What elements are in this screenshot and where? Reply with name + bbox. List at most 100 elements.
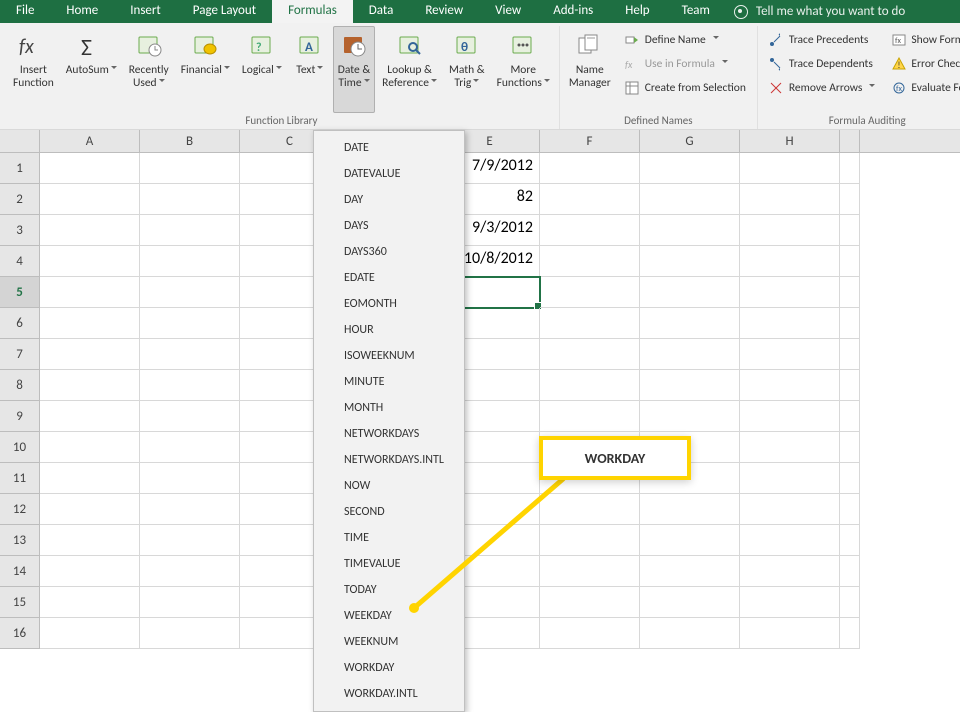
row-header[interactable]: 5 — [0, 277, 40, 308]
text-button[interactable]: A Text — [289, 26, 331, 113]
row-header[interactable]: 2 — [0, 184, 40, 215]
row-header[interactable]: 16 — [0, 618, 40, 649]
cell[interactable] — [140, 339, 240, 370]
row-header[interactable]: 11 — [0, 463, 40, 494]
tab-page-layout[interactable]: Page Layout — [177, 0, 272, 23]
cell[interactable] — [640, 618, 740, 649]
cell[interactable] — [540, 184, 640, 215]
tab-insert[interactable]: Insert — [114, 0, 177, 23]
cell[interactable] — [840, 215, 860, 246]
cell[interactable] — [840, 153, 860, 184]
row-header[interactable]: 8 — [0, 370, 40, 401]
cell[interactable] — [140, 246, 240, 277]
menu-item-day[interactable]: DAY — [314, 187, 464, 213]
cell[interactable] — [40, 494, 140, 525]
cell[interactable] — [140, 587, 240, 618]
cell[interactable] — [140, 370, 240, 401]
cell[interactable] — [140, 494, 240, 525]
tab-formulas[interactable]: Formulas — [272, 0, 353, 23]
menu-item-today[interactable]: TODAY — [314, 577, 464, 603]
menu-item-datevalue[interactable]: DATEVALUE — [314, 161, 464, 187]
cell[interactable] — [140, 401, 240, 432]
cell[interactable] — [640, 215, 740, 246]
cell[interactable] — [640, 184, 740, 215]
date-time-button[interactable]: Date & Time — [333, 26, 375, 113]
cell[interactable] — [840, 556, 860, 587]
cell[interactable] — [840, 370, 860, 401]
financial-button[interactable]: Financial — [176, 26, 235, 113]
cell[interactable] — [40, 215, 140, 246]
cell[interactable] — [40, 525, 140, 556]
cell[interactable] — [40, 246, 140, 277]
cell[interactable] — [740, 618, 840, 649]
worksheet-grid[interactable]: A B C D E F G H 17/9/20122Days:8239/3/20… — [0, 130, 960, 640]
cell[interactable] — [540, 277, 640, 308]
cell[interactable] — [40, 618, 140, 649]
tab-help[interactable]: Help — [609, 0, 665, 23]
cell[interactable] — [540, 525, 640, 556]
cell[interactable] — [840, 184, 860, 215]
cell[interactable] — [540, 308, 640, 339]
menu-item-days360[interactable]: DAYS360 — [314, 239, 464, 265]
row-header[interactable]: 6 — [0, 308, 40, 339]
cell[interactable] — [140, 463, 240, 494]
cell[interactable] — [40, 184, 140, 215]
define-name-button[interactable]: Define Name — [618, 29, 753, 50]
name-manager-button[interactable]: Name Manager — [564, 26, 616, 113]
cell[interactable] — [840, 401, 860, 432]
menu-item-networkdays-intl[interactable]: NETWORKDAYS.INTL — [314, 447, 464, 473]
col-header-f[interactable]: F — [540, 130, 640, 152]
tab-review[interactable]: Review — [409, 0, 479, 23]
cell[interactable] — [840, 246, 860, 277]
row-header[interactable]: 14 — [0, 556, 40, 587]
cell[interactable] — [140, 308, 240, 339]
cell[interactable] — [740, 153, 840, 184]
menu-item-timevalue[interactable]: TIMEVALUE — [314, 551, 464, 577]
cell[interactable] — [40, 370, 140, 401]
tab-team[interactable]: Team — [666, 0, 726, 23]
recently-used-button[interactable]: Recently Used — [124, 26, 174, 113]
autosum-button[interactable]: Σ AutoSum — [61, 26, 122, 113]
cell[interactable] — [740, 432, 840, 463]
menu-item-workday-intl[interactable]: WORKDAY.INTL — [314, 681, 464, 707]
cell[interactable] — [740, 494, 840, 525]
cell[interactable] — [640, 277, 740, 308]
cell[interactable] — [140, 153, 240, 184]
menu-item-networkdays[interactable]: NETWORKDAYS — [314, 421, 464, 447]
cell[interactable] — [640, 370, 740, 401]
cell[interactable] — [840, 463, 860, 494]
cell[interactable] — [40, 587, 140, 618]
cell[interactable] — [740, 308, 840, 339]
row-header[interactable]: 4 — [0, 246, 40, 277]
cell[interactable] — [40, 153, 140, 184]
cell[interactable] — [140, 277, 240, 308]
select-all-corner[interactable] — [0, 130, 40, 152]
cell[interactable] — [140, 184, 240, 215]
insert-function-button[interactable]: fx Insert Function — [8, 26, 59, 113]
cell[interactable] — [740, 587, 840, 618]
create-from-selection-button[interactable]: Create from Selection — [618, 77, 753, 98]
cell[interactable] — [640, 246, 740, 277]
cell[interactable] — [840, 494, 860, 525]
cell[interactable] — [640, 494, 740, 525]
cell[interactable] — [540, 153, 640, 184]
col-header-a[interactable]: A — [40, 130, 140, 152]
tab-addins[interactable]: Add-ins — [537, 0, 609, 23]
row-header[interactable]: 15 — [0, 587, 40, 618]
cell[interactable] — [540, 246, 640, 277]
cell[interactable] — [840, 587, 860, 618]
cell[interactable] — [640, 525, 740, 556]
menu-item-now[interactable]: NOW — [314, 473, 464, 499]
more-functions-button[interactable]: More Functions — [492, 26, 555, 113]
tab-file[interactable]: File — [0, 0, 50, 23]
cell[interactable] — [540, 370, 640, 401]
cell[interactable] — [740, 246, 840, 277]
show-formulas-button[interactable]: fx Show Form — [884, 29, 960, 50]
cell[interactable] — [740, 463, 840, 494]
cell[interactable] — [40, 463, 140, 494]
tab-home[interactable]: Home — [50, 0, 114, 23]
cell[interactable] — [640, 339, 740, 370]
row-header[interactable]: 1 — [0, 153, 40, 184]
col-header-g[interactable]: G — [640, 130, 740, 152]
menu-item-edate[interactable]: EDATE — [314, 265, 464, 291]
